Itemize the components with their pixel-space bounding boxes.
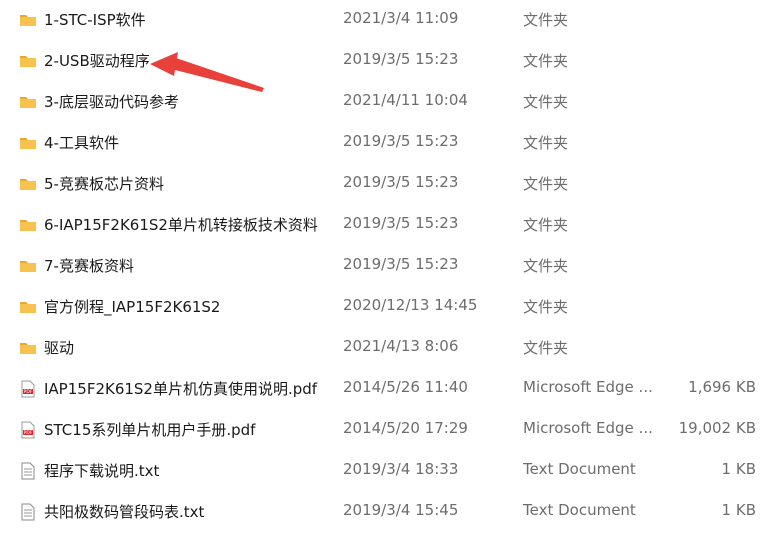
folder-icon — [19, 134, 37, 152]
file-name: 5-竞赛板芯片资料 — [44, 175, 164, 193]
file-row[interactable]: 官方例程_IAP15F2K61S2 2020/12/13 14:45 文件夹 — [0, 287, 774, 328]
file-name: 共阳极数码管段码表.txt — [44, 503, 205, 521]
file-row[interactable]: 1-STC-ISP软件 2021/3/4 11:09 文件夹 — [0, 0, 774, 41]
file-row[interactable]: PDF STC15系列单片机用户手册.pdf 2014/5/20 17:29 M… — [0, 410, 774, 451]
folder-icon — [19, 257, 37, 275]
pdf-icon: PDF — [19, 421, 37, 439]
file-size: 1 KB — [721, 501, 756, 519]
file-row[interactable]: 驱动 2021/4/13 8:06 文件夹 — [0, 328, 774, 369]
file-type: 文件夹 — [523, 298, 569, 316]
file-type: 文件夹 — [523, 134, 569, 152]
file-type: 文件夹 — [523, 257, 569, 275]
file-date: 2019/3/5 15:23 — [343, 255, 459, 273]
file-type: Microsoft Edge ... — [523, 419, 653, 437]
file-size: 19,002 KB — [678, 419, 756, 437]
file-row[interactable]: 5-竞赛板芯片资料 2019/3/5 15:23 文件夹 — [0, 164, 774, 205]
file-type: 文件夹 — [523, 93, 569, 111]
file-name: 官方例程_IAP15F2K61S2 — [44, 298, 221, 316]
file-name: 程序下载说明.txt — [44, 462, 160, 480]
file-type: Text Document — [523, 501, 636, 519]
folder-icon — [19, 52, 37, 70]
file-type: 文件夹 — [523, 11, 569, 29]
file-row[interactable]: 共阳极数码管段码表.txt 2019/3/4 15:45 Text Docume… — [0, 492, 774, 533]
file-name: 3-底层驱动代码参考 — [44, 93, 179, 111]
file-type: Microsoft Edge ... — [523, 378, 653, 396]
file-size: 1,696 KB — [688, 378, 756, 396]
text-file-icon — [19, 503, 37, 521]
file-name: 1-STC-ISP软件 — [44, 11, 146, 29]
svg-text:PDF: PDF — [24, 430, 33, 436]
file-row[interactable]: 程序下载说明.txt 2019/3/4 18:33 Text Document … — [0, 451, 774, 492]
file-name: 6-IAP15F2K61S2单片机转接板技术资料 — [44, 216, 318, 234]
file-date: 2019/3/5 15:23 — [343, 214, 459, 232]
file-row[interactable]: 7-竞赛板资料 2019/3/5 15:23 文件夹 — [0, 246, 774, 287]
folder-icon — [19, 339, 37, 357]
file-type: 文件夹 — [523, 175, 569, 193]
folder-icon — [19, 93, 37, 111]
folder-icon — [19, 11, 37, 29]
file-date: 2021/4/11 10:04 — [343, 91, 468, 109]
file-row[interactable]: 4-工具软件 2019/3/5 15:23 文件夹 — [0, 123, 774, 164]
file-row[interactable]: PDF IAP15F2K61S2单片机仿真使用说明.pdf 2014/5/26 … — [0, 369, 774, 410]
file-type: Text Document — [523, 460, 636, 478]
file-date: 2014/5/20 17:29 — [343, 419, 468, 437]
folder-icon — [19, 175, 37, 193]
file-size: 1 KB — [721, 460, 756, 478]
file-date: 2019/3/5 15:23 — [343, 173, 459, 191]
file-date: 2019/3/5 15:23 — [343, 132, 459, 150]
file-type: 文件夹 — [523, 52, 569, 70]
file-date: 2014/5/26 11:40 — [343, 378, 468, 396]
file-type: 文件夹 — [523, 339, 569, 357]
file-type: 文件夹 — [523, 216, 569, 234]
file-name: 7-竞赛板资料 — [44, 257, 134, 275]
file-row[interactable]: 6-IAP15F2K61S2单片机转接板技术资料 2019/3/5 15:23 … — [0, 205, 774, 246]
file-date: 2021/4/13 8:06 — [343, 337, 459, 355]
file-name: STC15系列单片机用户手册.pdf — [44, 421, 256, 439]
file-name: 驱动 — [44, 339, 75, 357]
file-row[interactable]: 2-USB驱动程序 2019/3/5 15:23 文件夹 — [0, 41, 774, 82]
file-date: 2020/12/13 14:45 — [343, 296, 478, 314]
folder-icon — [19, 216, 37, 234]
file-name: IAP15F2K61S2单片机仿真使用说明.pdf — [44, 380, 318, 398]
file-name: 4-工具软件 — [44, 134, 119, 152]
file-date: 2019/3/5 15:23 — [343, 50, 459, 68]
file-row[interactable]: 3-底层驱动代码参考 2021/4/11 10:04 文件夹 — [0, 82, 774, 123]
text-file-icon — [19, 462, 37, 480]
file-date: 2019/3/4 18:33 — [343, 460, 459, 478]
svg-text:PDF: PDF — [24, 389, 33, 395]
folder-icon — [19, 298, 37, 316]
file-date: 2019/3/4 15:45 — [343, 501, 459, 519]
file-name: 2-USB驱动程序 — [44, 52, 150, 70]
pdf-icon: PDF — [19, 380, 37, 398]
file-date: 2021/3/4 11:09 — [343, 9, 459, 27]
